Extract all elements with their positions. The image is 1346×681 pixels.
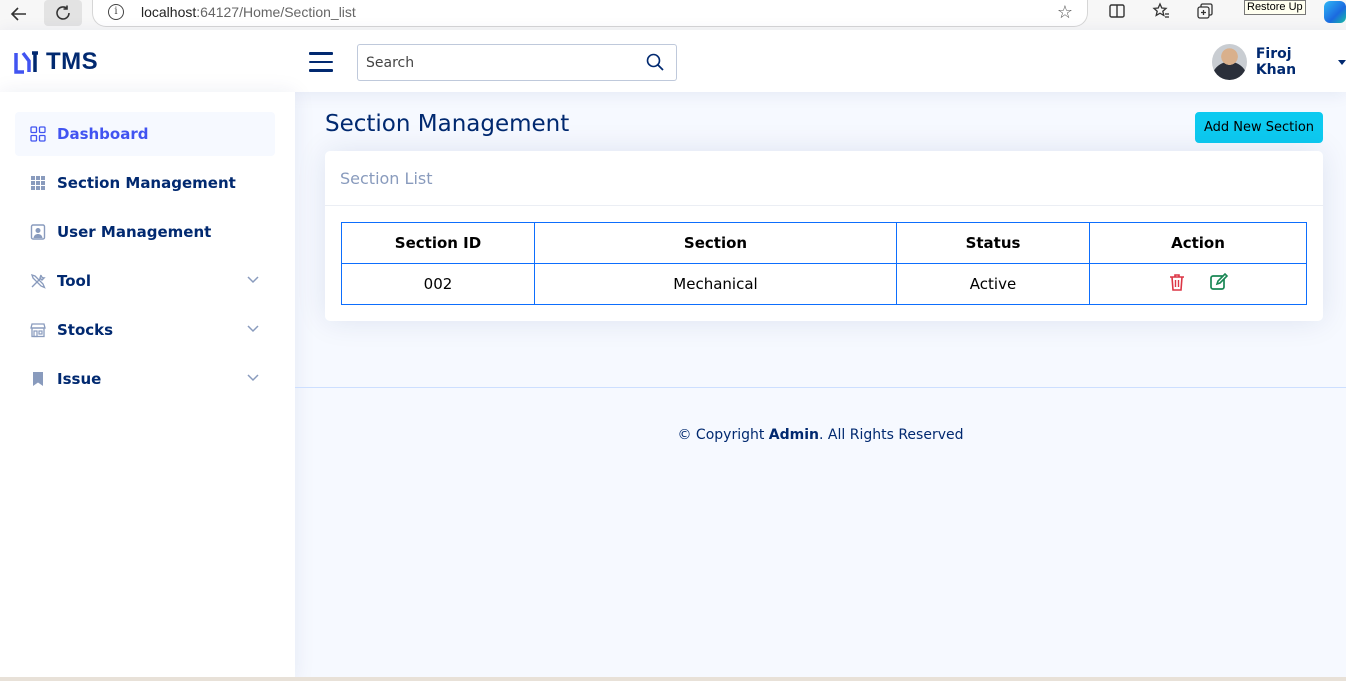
sidebar-item-label: Section Management	[57, 174, 236, 192]
sidebar-item-label: User Management	[57, 223, 212, 241]
copyright-owner: Admin	[768, 427, 820, 443]
brand-logo[interactable]: TMS	[14, 48, 98, 76]
caret-down-icon[interactable]	[1338, 59, 1346, 65]
url-text[interactable]: localhost:64127/Home/Section_list	[141, 4, 356, 20]
cell-status: Active	[896, 263, 1090, 305]
section-table: Section ID Section Status Action 002 Mec…	[341, 222, 1307, 305]
footer: © Copyright Admin. All Rights Reserved	[295, 387, 1346, 677]
copyright-suffix: . All Rights Reserved	[819, 427, 964, 443]
column-header-action: Action	[1089, 222, 1307, 264]
cell-section-id: 002	[341, 263, 535, 305]
search-icon[interactable]	[646, 53, 664, 71]
copilot-icon[interactable]	[1324, 1, 1346, 23]
sidebar-item-label: Tool	[57, 272, 91, 290]
sidebar-item-issue[interactable]: Issue	[15, 357, 275, 401]
shop-icon	[30, 323, 46, 338]
trash-icon[interactable]	[1167, 272, 1187, 292]
card-title: Section List	[325, 151, 1323, 206]
window-bottom-edge	[0, 677, 1346, 681]
grid-icon	[30, 126, 46, 142]
edit-icon[interactable]	[1209, 272, 1229, 292]
sidebar-item-label: Stocks	[57, 321, 114, 339]
search-input[interactable]	[358, 45, 638, 80]
bookmark-icon	[33, 372, 43, 386]
collections-icon[interactable]	[1193, 2, 1217, 25]
person-badge-icon	[30, 224, 46, 240]
avatar[interactable]	[1212, 44, 1247, 80]
reload-icon[interactable]	[44, 0, 82, 26]
cell-action	[1089, 263, 1307, 305]
copyright-text: © Copyright Admin. All Rights Reserved	[295, 427, 1346, 443]
search-form	[357, 44, 677, 81]
copyright-prefix: © Copyright	[677, 427, 769, 443]
column-header-section: Section	[534, 222, 897, 264]
sidebar-item-label: Dashboard	[57, 125, 149, 143]
brand-name: TMS	[46, 48, 99, 75]
apps-icon	[31, 176, 45, 190]
tools-icon	[30, 273, 46, 289]
column-header-status: Status	[896, 222, 1090, 264]
sidebar-item-label: Issue	[57, 370, 102, 388]
sidebar: Dashboard Section Management User Manage…	[0, 92, 295, 681]
sidebar-item-section-management[interactable]: Section Management	[15, 161, 275, 205]
logo-icon	[14, 51, 38, 74]
favorites-icon[interactable]	[1149, 2, 1173, 25]
sidebar-item-dashboard[interactable]: Dashboard	[15, 112, 275, 156]
table-row: 002 Mechanical Active	[341, 263, 1307, 305]
favorite-star-icon[interactable]: ☆	[1057, 2, 1073, 23]
column-header-section-id: Section ID	[341, 222, 535, 264]
app-header: TMS Firoj Khan	[0, 30, 1346, 92]
page-title: Section Management	[325, 111, 570, 137]
cell-section: Mechanical	[534, 263, 897, 305]
chevron-down-icon[interactable]	[247, 325, 259, 333]
back-arrow-icon[interactable]	[0, 0, 38, 28]
sidebar-item-tool[interactable]: Tool	[15, 259, 275, 303]
sidebar-item-user-management[interactable]: User Management	[15, 210, 275, 254]
restore-tooltip: Restore Up	[1244, 0, 1306, 15]
profile-dropdown[interactable]: Firoj Khan	[1212, 44, 1346, 80]
section-list-card: Section List Section ID Section Status A…	[325, 151, 1323, 321]
browser-toolbar: i localhost:64127/Home/Section_list ☆ Re…	[0, 0, 1346, 30]
toggle-sidebar-icon[interactable]	[309, 52, 333, 72]
add-new-section-button[interactable]: Add New Section	[1195, 112, 1323, 143]
chevron-down-icon[interactable]	[247, 276, 259, 284]
split-screen-icon[interactable]	[1105, 2, 1129, 25]
profile-name[interactable]: Firoj Khan	[1256, 46, 1334, 78]
site-info-icon[interactable]: i	[108, 4, 124, 20]
sidebar-item-stocks[interactable]: Stocks	[15, 308, 275, 352]
table-header-row: Section ID Section Status Action	[341, 222, 1307, 264]
chevron-down-icon[interactable]	[247, 374, 259, 382]
address-bar[interactable]: i localhost:64127/Home/Section_list ☆	[92, 0, 1088, 27]
